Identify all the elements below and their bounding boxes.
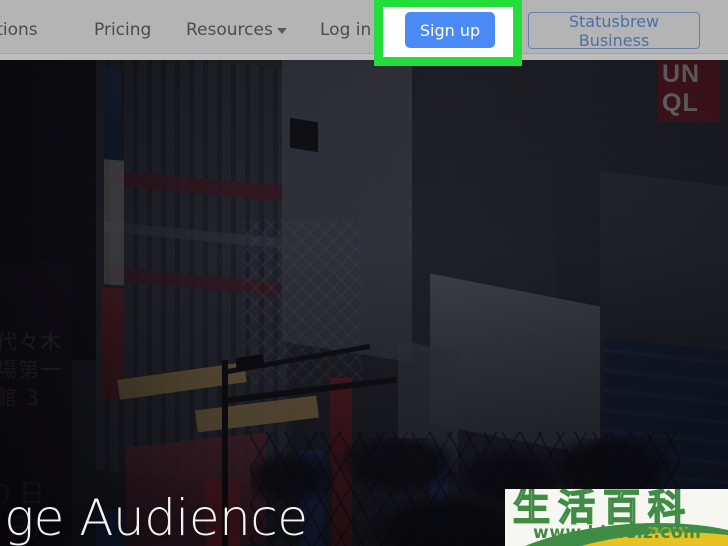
screenshot-root: 代々木 場第一 館 3 0 日(日) UN QL: [0, 0, 728, 546]
watermark-url: www.bimeiz.com: [533, 523, 702, 543]
hero-background-photo: 代々木 場第一 館 3 0 日(日) UN QL: [0, 60, 728, 546]
nav-item-resources[interactable]: Resources: [186, 20, 273, 40]
signup-button[interactable]: Sign up: [405, 12, 495, 48]
watermark: now 生活百科 www.bimeiz.com: [505, 489, 728, 546]
statusbrew-business-button[interactable]: Statusbrew Business: [528, 12, 700, 50]
nav-item-login[interactable]: Log in: [320, 20, 371, 40]
navbar-bottom-strip: [0, 54, 728, 60]
nav-item-integrations[interactable]: grations: [0, 20, 38, 40]
photo-dim-overlay: [0, 60, 728, 546]
nav-item-pricing[interactable]: Pricing: [94, 20, 151, 40]
hero-headline: age Audience: [0, 489, 308, 546]
chevron-down-icon[interactable]: [277, 28, 287, 34]
top-navigation-bar: grations Pricing Resources Log in Status…: [0, 0, 728, 60]
